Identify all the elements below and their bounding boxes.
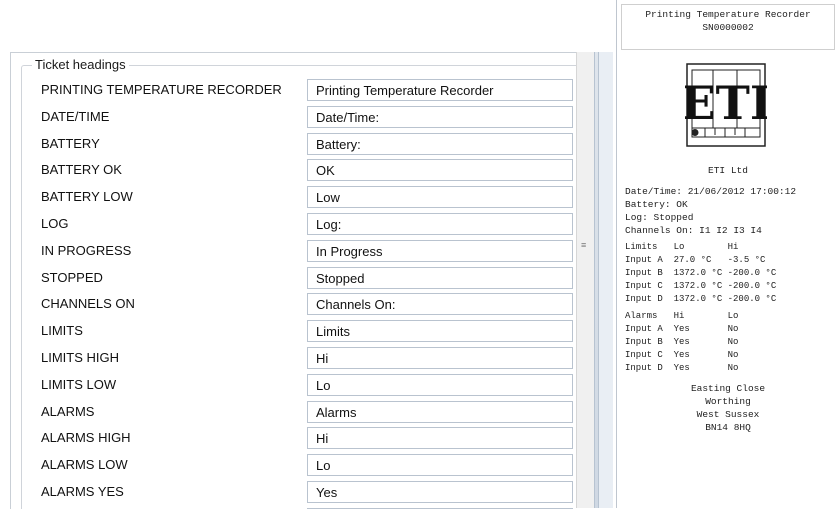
heading-label: BATTERY LOW: [41, 189, 133, 205]
heading-value-field[interactable]: Log:: [307, 213, 573, 235]
ticket-line: Input D Yes No: [625, 363, 739, 373]
scroll-grip-icon[interactable]: ≡: [581, 241, 586, 250]
ticket-line: Input B 1372.0 °C -200.0 °C: [625, 268, 777, 278]
heading-row: ALARMS YES Yes: [22, 480, 577, 506]
heading-value-field[interactable]: Lo: [307, 373, 573, 396]
ticket-line: Input B Yes No: [625, 337, 739, 347]
vertical-scrollbar[interactable]: ≡: [576, 52, 595, 508]
heading-row: STOPPED Stopped: [22, 266, 577, 292]
heading-row: ALARMS Alarms: [22, 400, 577, 426]
heading-label: ALARMS YES: [41, 484, 124, 499]
ticket-line: Input A Yes No: [625, 324, 739, 334]
ticket-line: Input A 27.0 °C -3.5 °C: [625, 255, 766, 265]
heading-row: ALARMS LOW Lo: [22, 453, 577, 479]
heading-label: PRINTING TEMPERATURE RECORDER: [41, 82, 282, 97]
heading-row: BATTERY Battery:: [22, 132, 577, 158]
heading-row: ALARMS HIGH Hi: [22, 426, 577, 452]
logo-text: ETI: [685, 76, 767, 130]
ticket-line: Input D 1372.0 °C -200.0 °C: [625, 294, 777, 304]
heading-value-field[interactable]: Low: [307, 186, 573, 209]
heading-value-field[interactable]: Yes: [307, 481, 573, 503]
ticket-alarms-block: Alarms Hi Lo Input A Yes No Input B Yes No…: [625, 310, 738, 375]
ticket-line: Input C Yes No: [625, 350, 739, 360]
heading-label: IN PROGRESS: [41, 242, 132, 258]
heading-label: STOPPED: [41, 269, 103, 285]
ticket-status-block: Date/Time: 21/06/2012 17:00:12 Battery: O…: [625, 185, 796, 237]
heading-value-field[interactable]: Alarms: [307, 400, 573, 423]
ticket-preview: Printing Temperature Recorder SN0000002 …: [616, 0, 838, 508]
heading-value-field[interactable]: Stopped: [307, 266, 573, 289]
ticket-line: Log: Stopped: [625, 212, 694, 223]
heading-label: BATTERY: [41, 135, 100, 151]
ticket-line: West Sussex: [696, 409, 760, 420]
heading-value-field[interactable]: Printing Temperature Recorder: [307, 79, 573, 101]
ticket-line: Battery: OK: [625, 199, 688, 210]
ticket-address-block: Easting Close Worthing West Sussex BN14 8HQ: [617, 382, 838, 434]
heading-value-field[interactable]: In Progress: [307, 239, 573, 262]
heading-row: PRINTING TEMPERATURE RECORDER Printing Te…: [22, 78, 577, 104]
heading-row: LIMITS HIGH Hi: [22, 346, 577, 372]
ticket-header: Printing Temperature Recorder SN0000002: [621, 4, 835, 50]
heading-label: ALARMS HIGH: [41, 430, 131, 446]
ticket-line: Input C 1372.0 °C -200.0 °C: [625, 281, 777, 291]
heading-label: CHANNELS ON: [41, 296, 135, 312]
ticket-headings-group: Ticket headings PRINTING TEMPERATURE REC…: [21, 57, 577, 509]
heading-value-field[interactable]: Date/Time:: [307, 105, 573, 128]
heading-row: BATTERY OK OK: [22, 158, 577, 184]
group-title: Ticket headings: [32, 57, 129, 72]
heading-row: IN PROGRESS In Progress: [22, 239, 577, 265]
heading-value-field[interactable]: Limits: [307, 320, 573, 343]
heading-row: LIMITS LOW Lo: [22, 373, 577, 399]
ticket-line: Easting Close: [690, 383, 766, 394]
heading-value-field[interactable]: Hi: [307, 427, 573, 450]
ticket-line: Date/Time: 21/06/2012 17:00:12: [625, 186, 797, 197]
heading-row: LOG Log:: [22, 212, 577, 238]
ticket-line: Alarms Hi Lo: [625, 311, 739, 321]
ticket-serial: SN0000002: [702, 22, 754, 33]
heading-label: DATE/TIME: [41, 108, 110, 124]
ticket-line: Worthing: [705, 396, 751, 407]
heading-value-field[interactable]: Channels On:: [307, 293, 573, 316]
heading-label: ALARMS LOW: [41, 457, 128, 473]
pane-gap: [599, 52, 613, 508]
heading-label: ALARMS: [41, 403, 95, 419]
ticket-company: ETI Ltd: [708, 165, 748, 176]
ticket-title: Printing Temperature Recorder: [645, 9, 811, 20]
ticket-line: Channels On: I1 I2 I3 I4: [625, 225, 762, 236]
heading-label: LIMITS LOW: [41, 376, 117, 392]
eti-logo-icon: ETI: [685, 63, 767, 147]
heading-label: LOG: [41, 216, 69, 231]
heading-value-field[interactable]: Lo: [307, 454, 573, 477]
heading-row: DATE/TIME Date/Time:: [22, 105, 577, 131]
heading-value-field[interactable]: Hi: [307, 347, 573, 369]
ticket-line: BN14 8HQ: [705, 422, 751, 433]
heading-row: CHANNELS ON Channels On:: [22, 292, 577, 318]
ticket-limits-block: Limits Lo Hi Input A 27.0 °C -3.5 °C Input…: [625, 241, 776, 306]
heading-value-field[interactable]: Battery:: [307, 132, 573, 155]
heading-label: LIMITS: [41, 323, 83, 339]
heading-row: BATTERY LOW Low: [22, 185, 577, 211]
settings-panel: Ticket headings PRINTING TEMPERATURE REC…: [10, 52, 577, 509]
heading-label: LIMITS HIGH: [41, 350, 120, 365]
heading-value-field[interactable]: OK: [307, 159, 573, 182]
ticket-line: Limits Lo Hi: [625, 242, 739, 252]
heading-row: LIMITS Limits: [22, 319, 577, 345]
heading-label: BATTERY OK: [41, 162, 122, 178]
